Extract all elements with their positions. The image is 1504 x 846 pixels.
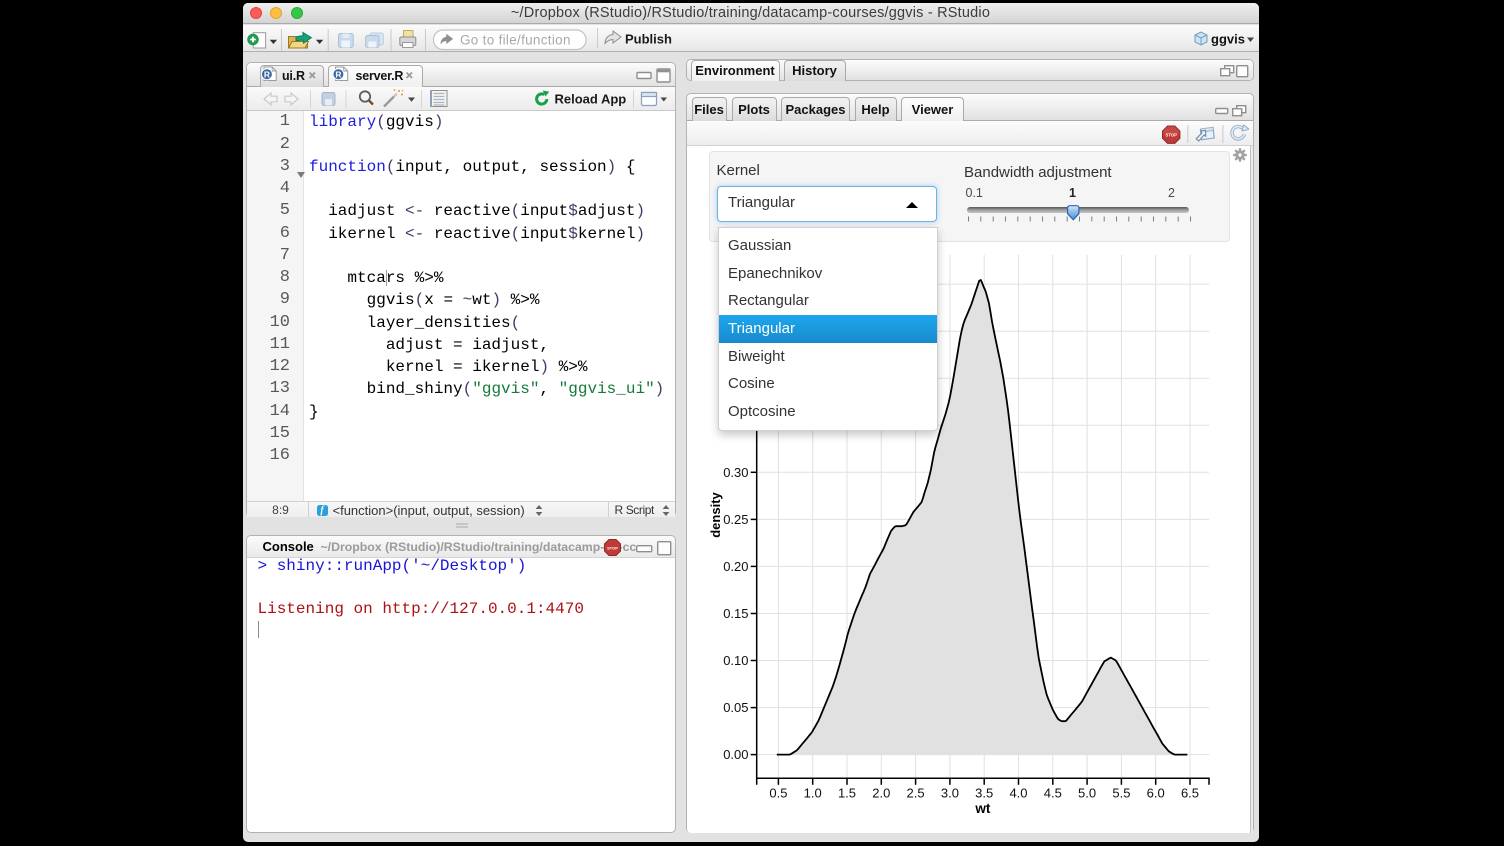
- svg-text:0.15: 0.15: [723, 606, 748, 621]
- svg-text:2.0: 2.0: [872, 786, 890, 801]
- svg-text:Go to file/function: Go to file/function: [460, 33, 571, 48]
- svg-text:3.5: 3.5: [975, 786, 993, 801]
- svg-text:0.25: 0.25: [723, 512, 748, 527]
- svg-text:STOP: STOP: [607, 546, 618, 551]
- svg-text:Reload App: Reload App: [554, 92, 626, 107]
- svg-text:1.0: 1.0: [804, 786, 822, 801]
- svg-text:2.5: 2.5: [907, 786, 925, 801]
- svg-text:0.10: 0.10: [723, 653, 748, 668]
- svg-text:server.R: server.R: [355, 69, 403, 83]
- svg-text:Publish: Publish: [625, 32, 672, 47]
- svg-text:4.0: 4.0: [1009, 786, 1027, 801]
- svg-text:STOP: STOP: [1165, 132, 1177, 137]
- svg-text:0.5: 0.5: [769, 786, 787, 801]
- svg-text:5.5: 5.5: [1112, 786, 1130, 801]
- svg-text:density: density: [708, 491, 723, 537]
- svg-text:R: R: [335, 69, 341, 79]
- svg-text:wt: wt: [974, 801, 991, 816]
- svg-text:3.0: 3.0: [941, 786, 959, 801]
- svg-text:0.05: 0.05: [723, 700, 748, 715]
- svg-text:5.0: 5.0: [1078, 786, 1096, 801]
- svg-text:ggvis: ggvis: [1211, 32, 1245, 47]
- svg-text:6.5: 6.5: [1181, 786, 1199, 801]
- svg-text:0.30: 0.30: [723, 465, 748, 480]
- svg-text:R: R: [263, 69, 269, 79]
- svg-text:0.20: 0.20: [723, 559, 748, 574]
- svg-text:6.0: 6.0: [1147, 786, 1165, 801]
- svg-text:0.00: 0.00: [723, 747, 748, 762]
- svg-text:1.5: 1.5: [838, 786, 856, 801]
- svg-text:4.5: 4.5: [1044, 786, 1062, 801]
- svg-text:ui.R: ui.R: [282, 69, 305, 83]
